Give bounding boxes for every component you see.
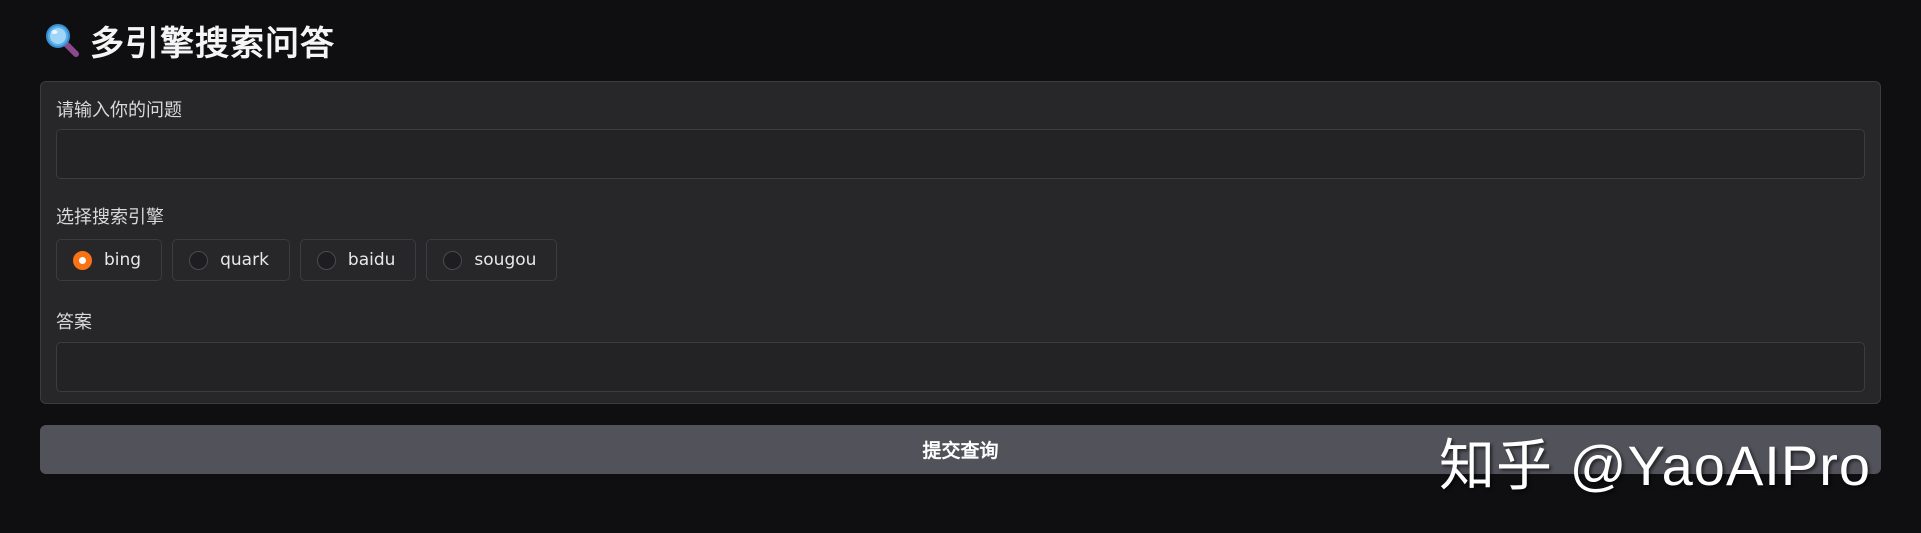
engine-option-sougou[interactable]: sougou [426,239,558,281]
engine-option-label: quark [220,250,269,270]
radio-unchecked-icon [189,250,209,270]
app-page: 多引擎搜索问答 请输入你的问题 选择搜索引擎 bing quark baidu … [0,0,1921,533]
radio-unchecked-icon [443,250,463,270]
engine-option-label: bing [104,250,142,270]
magnifier-icon [44,22,80,58]
answer-label: 答案 [56,312,92,333]
engine-option-label: baidu [347,250,396,270]
engine-radio-group: bing quark baidu sougou [56,239,558,281]
answer-output[interactable] [56,342,1865,392]
engine-option-quark[interactable]: quark [172,239,290,281]
engine-label: 选择搜索引擎 [56,207,164,228]
question-label: 请输入你的问题 [56,100,182,121]
question-input[interactable] [56,129,1865,179]
engine-option-bing[interactable]: bing [56,239,163,281]
app-header: 多引擎搜索问答 [44,18,335,64]
radio-unchecked-icon [316,250,336,270]
engine-option-baidu[interactable]: baidu [299,239,417,281]
radio-checked-icon [73,250,92,270]
page-title: 多引擎搜索问答 [90,23,335,64]
watermark-text: 知乎 @YaoAIPro [1439,434,1871,497]
form-panel: 请输入你的问题 选择搜索引擎 bing quark baidu sougou 答… [40,81,1881,404]
engine-option-label: sougou [474,250,537,270]
